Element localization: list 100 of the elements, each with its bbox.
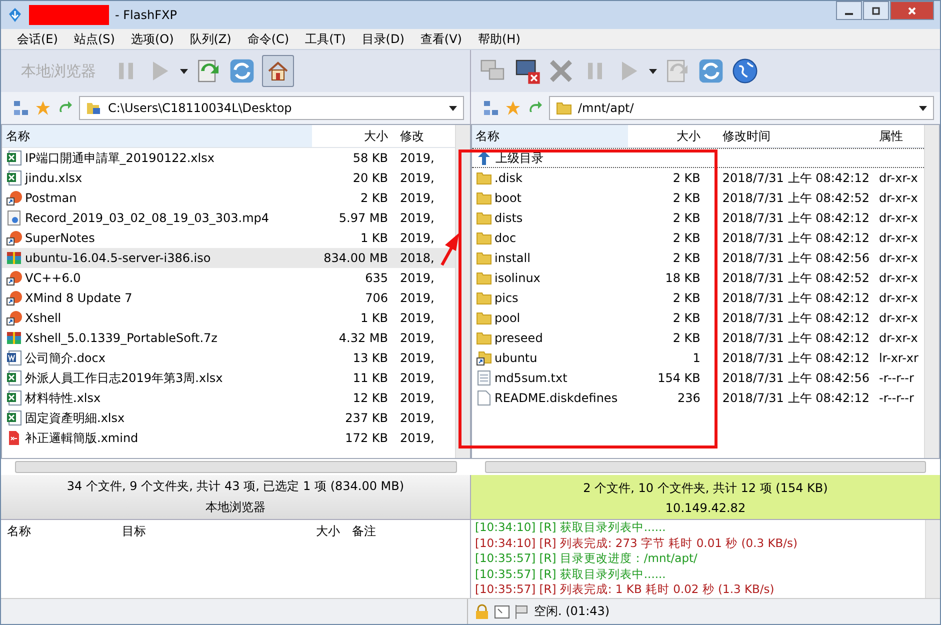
file-row[interactable]: 补正邏輯簡版.xmind 172 KB 2019,: [2, 428, 454, 448]
file-name: ubuntu: [494, 351, 538, 365]
file-date: 2019,: [399, 211, 436, 225]
file-date: 2018/7/31 上午 08:42:12: [721, 390, 870, 406]
file-row[interactable]: doc 2 KB 2018/7/31 上午 08:42:12 dr-xr-x: [472, 228, 924, 248]
file-row[interactable]: 外派人員工作日志2019年第3周.xlsx 11 KB 2019,: [2, 368, 454, 388]
file-name: VC++6.0: [25, 271, 81, 285]
file-row[interactable]: VC++6.0 635 2019,: [2, 268, 454, 288]
file-size: 2 KB: [672, 311, 702, 325]
file-row[interactable]: Xshell_5.0.1339_PortableSoft.7z 4.32 MB 2019,: [2, 328, 454, 348]
file-name: 外派人員工作日志2019年第3周.xlsx: [25, 370, 223, 386]
file-row[interactable]: install 2 KB 2018/7/31 上午 08:42:56 dr-xr-x: [472, 248, 924, 268]
archive-icon: [6, 330, 22, 346]
annotation-arrow: [440, 233, 459, 266]
file-attributes: dr-xr-x: [878, 251, 919, 265]
disconnect-icon[interactable]: [513, 57, 541, 85]
column-header[interactable]: 大小: [312, 128, 396, 144]
horizontal-scrollbar[interactable]: [15, 461, 456, 473]
file-attributes: dr-xr-x: [878, 291, 919, 305]
file-size: 20 KB: [352, 171, 389, 185]
folder-icon: [476, 310, 492, 326]
file-name: boot: [494, 191, 522, 205]
file-name: 公司簡介.docx: [25, 350, 106, 366]
file-size: 2 KB: [672, 331, 702, 345]
file-row[interactable]: jindu.xlsx 20 KB 2019,: [2, 168, 454, 188]
file-row[interactable]: Xshell 1 KB 2019,: [2, 308, 454, 328]
file-name: README.diskdefines: [494, 391, 618, 405]
home-button[interactable]: [262, 55, 294, 87]
refresh-icon[interactable]: [697, 57, 725, 85]
column-header[interactable]: 属性: [873, 128, 924, 144]
file-row[interactable]: dists 2 KB 2018/7/31 上午 08:42:12 dr-xr-x: [472, 208, 924, 228]
column-header[interactable]: 名称: [472, 125, 628, 147]
file-date: 2018,: [399, 251, 436, 265]
file-row[interactable]: README.diskdefines 236 2018/7/31 上午 08:42:12 -r--r--r: [472, 388, 924, 408]
menu-item[interactable]: 工具(T): [297, 30, 354, 48]
file-row[interactable]: XMind 8 Update 7 706 2019,: [2, 288, 454, 308]
column-header[interactable]: 修改时间: [706, 128, 873, 144]
file-row[interactable]: 公司簡介.docx 13 KB 2019,: [2, 348, 454, 368]
file-row[interactable]: isolinux 18 KB 2018/7/31 上午 08:42:52 dr-xr-x: [472, 268, 924, 288]
menu-item[interactable]: 命令(C): [239, 30, 298, 48]
parent-directory-row[interactable]: 上级目录: [472, 148, 924, 168]
menu-item[interactable]: 查看(V): [412, 30, 470, 48]
file-size: 1: [692, 351, 702, 365]
dropdown-caret-icon[interactable]: [449, 106, 457, 110]
shortcut-icon: [6, 270, 22, 286]
column-header[interactable]: 目标: [116, 522, 231, 540]
path-field[interactable]: C:\Users\C18110034L\Desktop: [79, 96, 464, 120]
file-row[interactable]: boot 2 KB 2018/7/31 上午 08:42:52 dr-xr-x: [472, 188, 924, 208]
horizontal-scrollbar[interactable]: [484, 461, 926, 473]
path-field[interactable]: /mnt/apt/: [549, 96, 934, 120]
file-size: 172 KB: [344, 431, 389, 445]
file-date: 2019,: [399, 331, 436, 345]
file-row[interactable]: .disk 2 KB 2018/7/31 上午 08:42:12 dr-xr-x: [472, 168, 924, 188]
close-button[interactable]: [890, 1, 934, 20]
maximize-button[interactable]: [863, 1, 889, 20]
menu-item[interactable]: 选项(O): [122, 30, 182, 48]
menu-item[interactable]: 会话(E): [9, 30, 66, 48]
column-header[interactable]: 备注: [346, 522, 470, 540]
site-tree-icon[interactable]: [483, 100, 499, 116]
menu-item[interactable]: 帮助(H): [470, 30, 528, 48]
file-row[interactable]: md5sum.txt 154 KB 2018/7/31 上午 08:42:56 -r--r--r: [472, 368, 924, 388]
file-size: 2 KB: [359, 191, 389, 205]
menu-item[interactable]: 目录(D): [354, 30, 412, 48]
file-name: ubuntu-16.04.5-server-i386.iso: [25, 251, 211, 265]
globe-icon[interactable]: [731, 57, 759, 85]
file-row[interactable]: pics 2 KB 2018/7/31 上午 08:42:12 dr-xr-x: [472, 288, 924, 308]
file-row[interactable]: Postman 2 KB 2019,: [2, 188, 454, 208]
file-date: 2018/7/31 上午 08:42:12: [721, 350, 870, 366]
file-row[interactable]: ubuntu-16.04.5-server-i386.iso 834.00 MB 2018,: [2, 248, 454, 268]
house-icon: [266, 59, 290, 83]
file-row[interactable]: Record_2019_03_02_08_19_03_303.mp4 5.97 MB 2019,: [2, 208, 454, 228]
dropdown-caret-icon[interactable]: [649, 68, 657, 74]
file-attributes: dr-xr-x: [878, 171, 919, 185]
site-tree-icon[interactable]: [13, 100, 29, 116]
file-date: 2019,: [399, 371, 436, 385]
dropdown-caret-icon[interactable]: [180, 68, 188, 74]
file-row[interactable]: IP端口開通申請單_20190122.xlsx 58 KB 2019,: [2, 148, 454, 168]
file-row[interactable]: SuperNotes 1 KB 2019,: [2, 228, 454, 248]
minimize-button[interactable]: [836, 1, 862, 20]
refresh-icon[interactable]: [228, 57, 256, 85]
dropdown-caret-icon[interactable]: [919, 106, 927, 110]
file-row[interactable]: preseed 2 KB 2018/7/31 上午 08:42:12 dr-xr-x: [472, 328, 924, 348]
file-name: doc: [494, 231, 516, 245]
menu-item[interactable]: 队列(Z): [182, 30, 240, 48]
column-header[interactable]: 名称: [1, 522, 116, 540]
column-header[interactable]: 名称: [2, 125, 312, 147]
star-icon[interactable]: [35, 100, 51, 116]
close-icon[interactable]: [547, 57, 575, 85]
file-row[interactable]: 材料特性.xlsx 12 KB 2019,: [2, 388, 454, 408]
column-header[interactable]: 大小: [628, 128, 706, 144]
column-header[interactable]: 修改: [396, 128, 440, 144]
file-row[interactable]: pool 2 KB 2018/7/31 上午 08:42:12 dr-xr-x: [472, 308, 924, 328]
file-row[interactable]: 固定資產明細.xlsx 237 KB 2019,: [2, 408, 454, 428]
column-header[interactable]: 大小: [231, 522, 346, 540]
folder-icon: [476, 190, 492, 206]
star-icon[interactable]: [505, 100, 521, 116]
file-row[interactable]: ubuntu 1 2018/7/31 上午 08:42:12 lr-xr-xr: [472, 348, 924, 368]
vertical-scrollbar[interactable]: [924, 125, 939, 458]
menu-item[interactable]: 站点(S): [66, 30, 123, 48]
vertical-scrollbar[interactable]: [925, 520, 940, 598]
